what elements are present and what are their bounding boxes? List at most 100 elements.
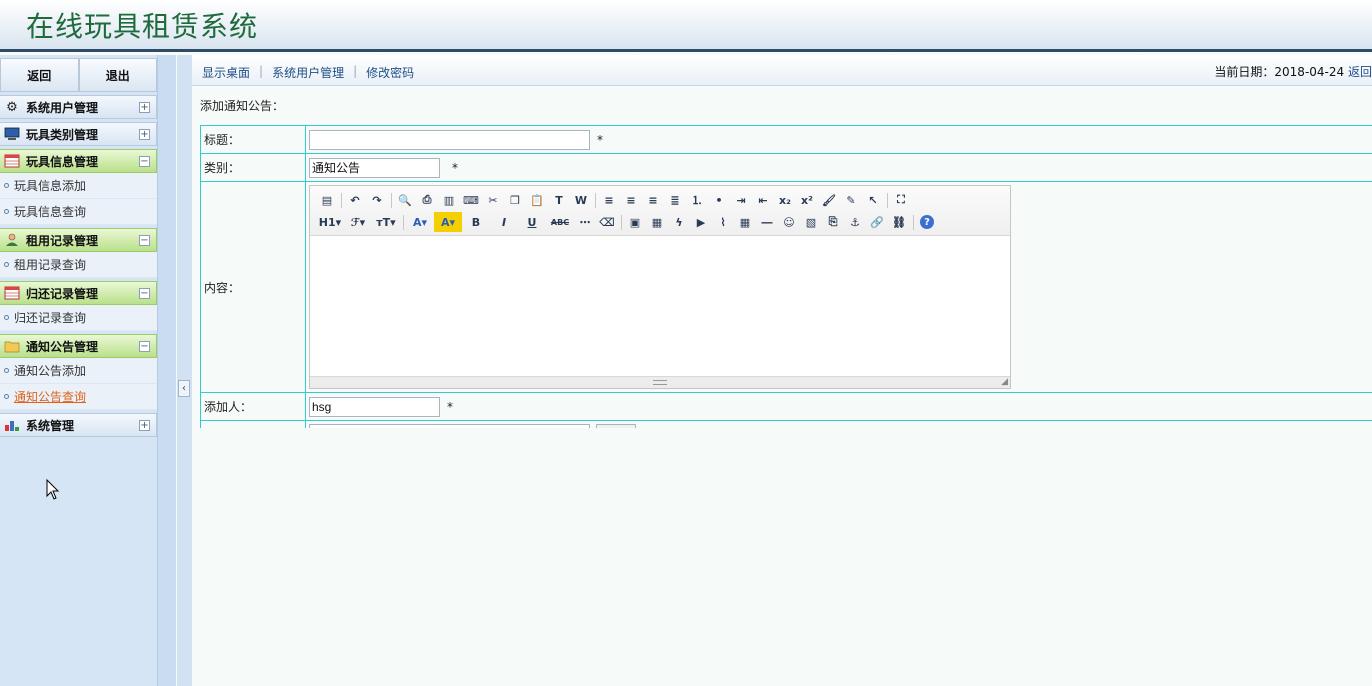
cut-icon[interactable]: ✂ [482, 190, 504, 210]
format-6-icon[interactable]: B [462, 212, 490, 232]
print-icon[interactable]: ⎙ [416, 190, 438, 210]
copy-icon[interactable]: ❐ [504, 190, 526, 210]
title-label: 标题： [201, 126, 306, 153]
align-justify-icon[interactable]: ≣ [664, 190, 686, 210]
collapse-icon[interactable]: − [139, 288, 150, 299]
template-icon[interactable]: ▥ [438, 190, 460, 210]
image-alt-icon[interactable]: ▧ [800, 212, 822, 232]
hr-dash-icon[interactable]: ⋯ [574, 212, 596, 232]
anchor-icon[interactable]: ⚓ [844, 212, 866, 232]
menu-group-return-records[interactable]: 归还记录管理 − [0, 281, 157, 305]
help-icon[interactable]: ? [920, 215, 934, 229]
collapse-icon[interactable]: − [139, 341, 150, 352]
partial-button[interactable] [596, 424, 636, 428]
align-left-icon[interactable]: ≡ [598, 190, 620, 210]
eraser-icon[interactable]: ⌫ [596, 212, 618, 232]
sidebar-menu: ⚙ 系统用户管理 + 玩具类别管理 + 玩具信息管理 − 玩具信息添加 玩具信息… [0, 95, 157, 440]
menu-group-notices[interactable]: 通知公告管理 − [0, 334, 157, 358]
menu-group-toy-category[interactable]: 玩具类别管理 + [0, 122, 157, 146]
image-icon[interactable]: ▣ [624, 212, 646, 232]
pagebreak-icon[interactable]: ⎘ [822, 212, 844, 232]
title-cell: * [306, 126, 1372, 153]
back-link[interactable]: 返回 [1348, 65, 1372, 79]
preview-icon[interactable]: 🔍 [394, 190, 416, 210]
menu-item-notice-add[interactable]: 通知公告添加 [0, 358, 157, 384]
logout-button[interactable]: 退出 [78, 58, 157, 92]
subscript-icon[interactable]: x₂ [774, 190, 796, 210]
link-icon[interactable]: 🔗 [866, 212, 888, 232]
clear-format-icon[interactable]: 🖌 [818, 190, 840, 210]
paste-word-icon[interactable]: W [570, 190, 592, 210]
code-icon[interactable]: ⌨ [460, 190, 482, 210]
align-right-icon[interactable]: ≡ [642, 190, 664, 210]
menu-group-system[interactable]: 系统管理 + [0, 413, 157, 437]
outdent-icon[interactable]: ⇤ [752, 190, 774, 210]
format-7-icon[interactable]: I [490, 212, 518, 232]
hr-icon[interactable]: ― [756, 212, 778, 232]
menu-group-system-users[interactable]: ⚙ 系统用户管理 + [0, 95, 157, 119]
emoticon-icon[interactable]: ☺ [778, 212, 800, 232]
user-icon [3, 232, 21, 248]
back-button[interactable]: 返回 [0, 58, 79, 92]
format-9-icon[interactable]: ABC [546, 212, 574, 232]
title-input[interactable] [309, 129, 590, 150]
paste-text-icon[interactable]: T [548, 190, 570, 210]
ordered-list-icon[interactable]: ⒈ [686, 190, 708, 210]
multi-image-icon[interactable]: ▦ [646, 212, 668, 232]
expand-icon[interactable]: + [139, 102, 150, 113]
category-input[interactable] [309, 157, 440, 178]
expand-icon[interactable]: + [139, 129, 150, 140]
form-row-content: 内容： ▤ ↶ ↷ 🔍 ⎙ ▥ ⌨ ✂ ❐ 📋 T W ≡ ≡ ≡ ≣ ⒈ • ⇥ ⇤ x₂ x² 🖌 ✎ ↖ ⛶ H1▾ ℱ▾ тT… [201, 182, 1372, 393]
editor-content-area[interactable] [310, 236, 1010, 377]
menu-item-label: 租用记录查询 [14, 258, 87, 272]
paste-icon[interactable]: 📋 [526, 190, 548, 210]
redo-icon[interactable]: ↷ [366, 190, 388, 210]
menu-item-notice-query[interactable]: 通知公告查询 [0, 384, 157, 410]
date-text: 当前日期：2018-04-24 [1214, 65, 1345, 79]
superscript-icon[interactable]: x² [796, 190, 818, 210]
nav-separator: | [259, 64, 264, 78]
align-center-icon[interactable]: ≡ [620, 190, 642, 210]
menu-item-return-query[interactable]: 归还记录查询 [0, 305, 157, 331]
expand-icon[interactable]: + [139, 420, 150, 431]
flash-icon[interactable]: ϟ [668, 212, 690, 232]
select-icon[interactable]: ↖ [862, 190, 884, 210]
menu-group-rental-records[interactable]: 租用记录管理 − [0, 228, 157, 252]
sidebar-top-buttons: 返回 退出 [0, 58, 157, 92]
sidebar-collapse-button[interactable]: ‹ [178, 380, 190, 397]
resize-handle-icon[interactable]: ◢ [1001, 377, 1008, 387]
format-5-icon[interactable]: A▾ [434, 212, 462, 232]
editor-resize-grip[interactable] [653, 380, 667, 385]
form-row-title: 标题： * [201, 126, 1372, 154]
unlink-icon[interactable]: ⛓ [888, 212, 910, 232]
folder-icon [3, 338, 21, 354]
format-4-icon[interactable]: A▾ [406, 212, 434, 232]
select-all-icon[interactable]: ✎ [840, 190, 862, 210]
menu-item-rental-query[interactable]: 租用记录查询 [0, 252, 157, 278]
format-2-icon[interactable]: тT▾ [372, 212, 400, 232]
indent-icon[interactable]: ⇥ [730, 190, 752, 210]
table-icon[interactable]: ▦ [734, 212, 756, 232]
attach-icon[interactable]: ⌇ [712, 212, 734, 232]
format-1-icon[interactable]: ℱ▾ [344, 212, 372, 232]
media-icon[interactable]: ▶ [690, 212, 712, 232]
source-icon[interactable]: ▤ [316, 190, 338, 210]
editor-toolbar-row-1: ▤ ↶ ↷ 🔍 ⎙ ▥ ⌨ ✂ ❐ 📋 T W ≡ ≡ ≡ ≣ ⒈ • ⇥ ⇤ x₂ x² 🖌 ✎ ↖ ⛶ [316, 189, 1004, 211]
nav-change-password[interactable]: 修改密码 [366, 64, 414, 81]
fullscreen-icon[interactable]: ⛶ [890, 190, 912, 210]
collapse-icon[interactable]: − [139, 235, 150, 246]
partial-input[interactable] [309, 424, 590, 428]
menu-item-toy-query[interactable]: 玩具信息查询 [0, 199, 157, 225]
format-0-icon[interactable]: H1▾ [316, 212, 344, 232]
format-8-icon[interactable]: U [518, 212, 546, 232]
nav-system-users[interactable]: 系统用户管理 [272, 64, 344, 81]
undo-icon[interactable]: ↶ [344, 190, 366, 210]
required-mark: * [597, 132, 603, 147]
menu-group-toy-info[interactable]: 玩具信息管理 − [0, 149, 157, 173]
menu-item-toy-add[interactable]: 玩具信息添加 [0, 173, 157, 199]
collapse-icon[interactable]: − [139, 156, 150, 167]
required-mark: * [447, 399, 453, 414]
unordered-list-icon[interactable]: • [708, 190, 730, 210]
nav-show-desktop[interactable]: 显示桌面 [202, 64, 250, 81]
author-input[interactable] [309, 396, 440, 417]
